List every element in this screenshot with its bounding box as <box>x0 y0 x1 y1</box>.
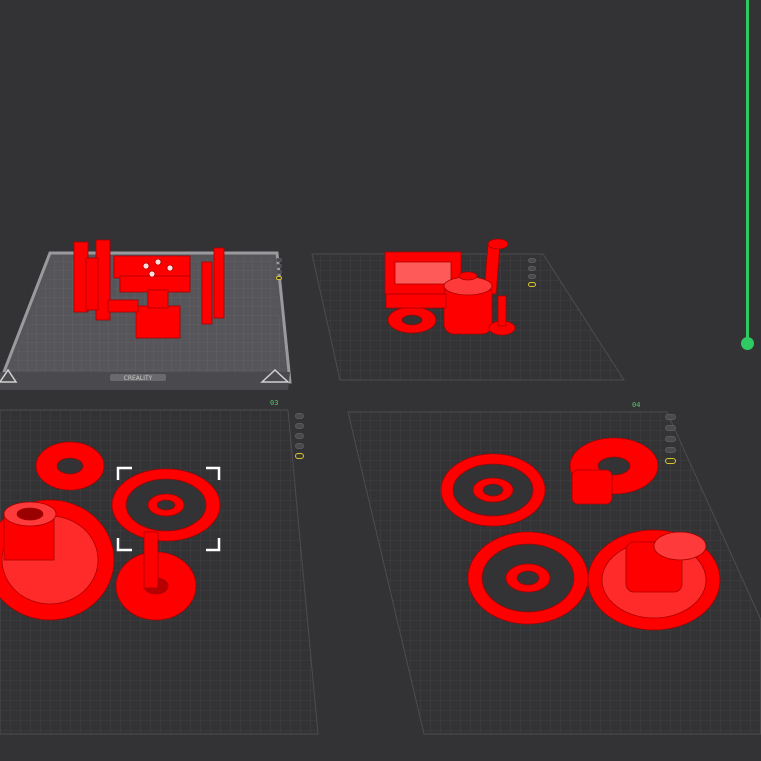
close-icon[interactable] <box>665 414 676 420</box>
plate-4-toolbar <box>665 414 676 464</box>
plate-scene[interactable]: CREALITY <box>0 0 761 761</box>
layer-slider[interactable] <box>741 0 754 352</box>
lock-icon[interactable] <box>295 433 304 439</box>
orient-icon[interactable] <box>295 453 304 459</box>
layer-slider-track[interactable] <box>746 0 749 344</box>
bed-logo: CREALITY <box>110 374 166 382</box>
layer-slider-handle[interactable] <box>741 337 754 350</box>
lock-icon[interactable] <box>528 274 536 279</box>
orient-icon[interactable] <box>276 276 282 280</box>
bed-brand-text: CREALITY <box>124 375 153 382</box>
close-icon[interactable] <box>528 258 536 263</box>
settings-icon[interactable] <box>295 423 304 429</box>
plate-3-toolbar <box>295 413 304 459</box>
settings-icon[interactable] <box>276 264 282 268</box>
arrange-icon[interactable] <box>295 443 304 449</box>
3d-viewport[interactable]: CREALITY 03 04 <box>0 0 761 761</box>
plate-3[interactable] <box>0 409 319 735</box>
plate-2[interactable] <box>311 238 625 381</box>
lock-icon[interactable] <box>276 270 282 274</box>
close-icon[interactable] <box>295 413 304 419</box>
plate-2-toolbar <box>528 258 536 287</box>
orient-icon[interactable] <box>665 458 676 464</box>
plate-label: 04 <box>632 401 641 409</box>
plate-1-toolbar <box>276 258 282 280</box>
close-icon[interactable] <box>276 258 282 262</box>
plate-label: 03 <box>270 399 279 407</box>
plate-4[interactable] <box>347 411 761 735</box>
settings-icon[interactable] <box>665 425 676 431</box>
lock-icon[interactable] <box>665 436 676 442</box>
orient-icon[interactable] <box>528 282 536 287</box>
settings-icon[interactable] <box>528 266 536 271</box>
arrange-icon[interactable] <box>665 447 676 453</box>
plate-1[interactable]: CREALITY <box>0 239 292 390</box>
